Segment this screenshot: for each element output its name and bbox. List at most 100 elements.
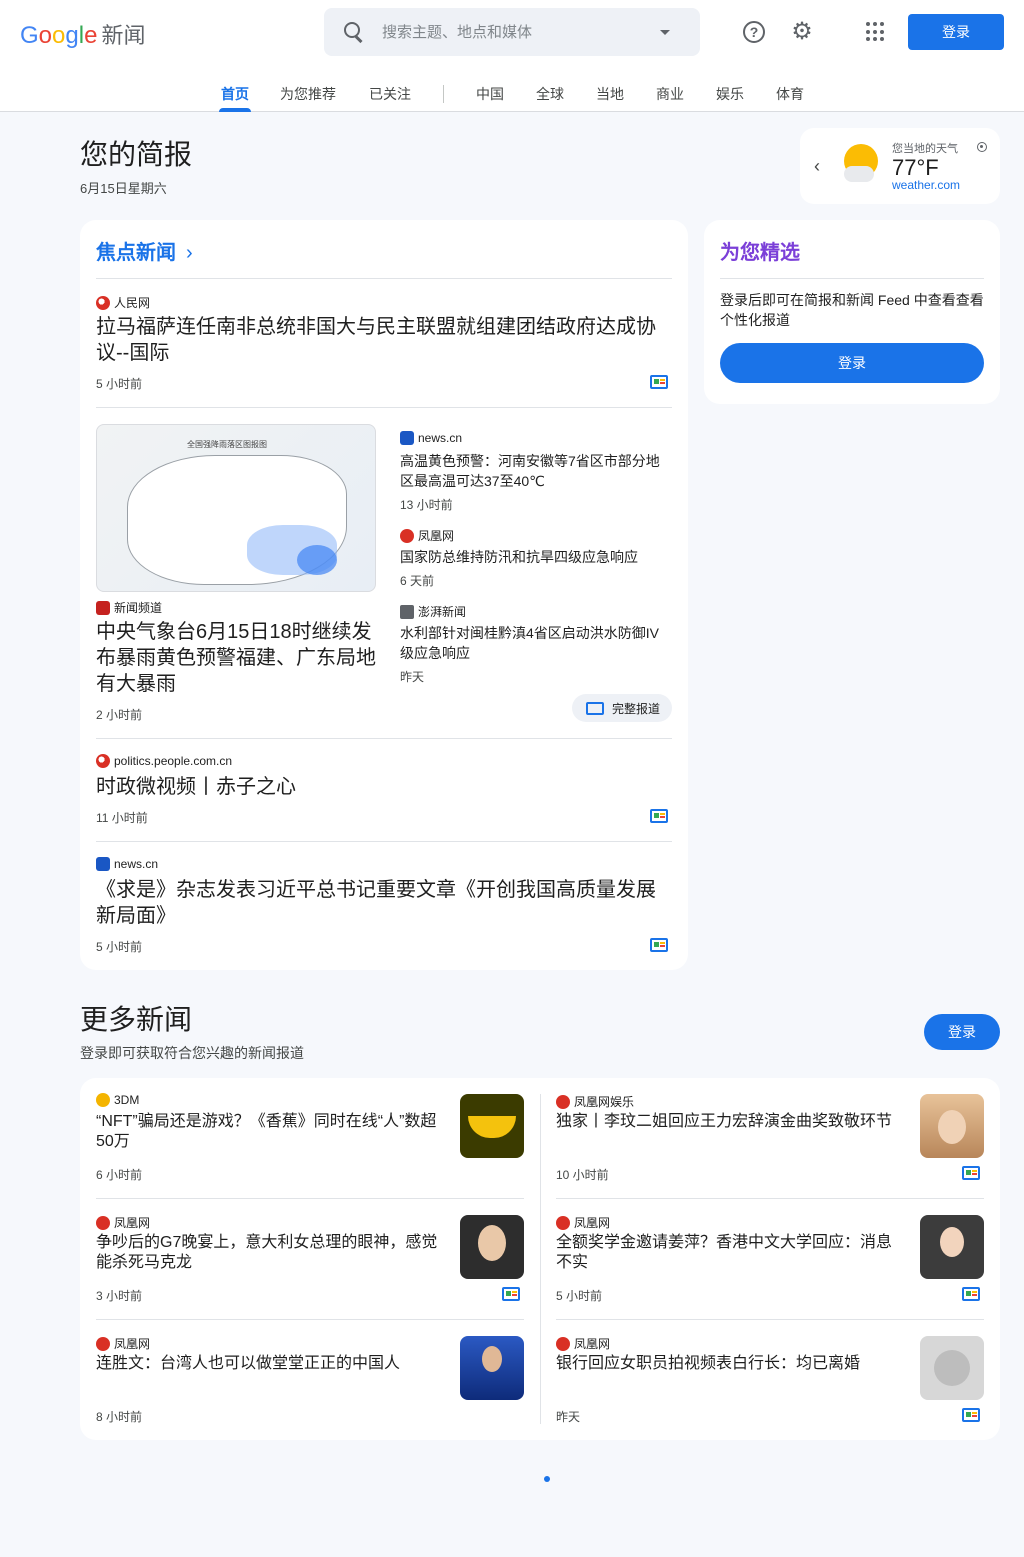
source-name: 凤凰网 xyxy=(114,1337,151,1351)
article-source: 3DM xyxy=(96,1093,139,1107)
search-icon[interactable] xyxy=(344,22,364,42)
tab-local[interactable]: 当地 xyxy=(596,84,624,112)
settings-gear-icon[interactable]: ⚙ xyxy=(790,20,814,44)
tab-china[interactable]: 中国 xyxy=(476,84,504,112)
weather-source-link[interactable]: weather.com xyxy=(892,178,960,192)
article-thumbnail[interactable] xyxy=(920,1215,984,1279)
article-time: 11 小时前 xyxy=(96,811,148,825)
divider xyxy=(556,1319,984,1320)
more-news-signin-button[interactable]: 登录 xyxy=(924,1014,1000,1050)
tab-world[interactable]: 全球 xyxy=(536,84,564,112)
article-time: 昨天 xyxy=(400,670,425,684)
full-coverage-icon[interactable] xyxy=(650,375,668,389)
full-coverage-label: 完整报道 xyxy=(612,701,661,716)
article-headline[interactable]: 全额奖学金邀请姜萍？香港中文大学回应：消息不实 xyxy=(556,1233,902,1273)
article-time: 昨天 xyxy=(556,1410,581,1424)
article-time: 6 天前 xyxy=(400,574,435,588)
apps-grid-icon[interactable] xyxy=(866,22,886,42)
nav-divider xyxy=(443,85,444,103)
full-coverage-icon[interactable] xyxy=(502,1287,520,1301)
article-headline[interactable]: 《求是》杂志发表习近平总书记重要文章《开创我国高质量发展新局面》 xyxy=(96,877,666,929)
source-favicon xyxy=(556,1215,570,1230)
article-time: 5 小时前 xyxy=(96,377,143,391)
source-favicon xyxy=(96,295,110,310)
logo-news-text: 新闻 xyxy=(101,23,146,48)
divider xyxy=(96,738,672,739)
source-name: 凤凰网 xyxy=(114,1216,151,1230)
article-source: 凤凰网娱乐 xyxy=(556,1093,634,1110)
article-headline[interactable]: 水利部针对闽桂黔滇4省区启动洪水防御IV级应急响应 xyxy=(400,623,666,663)
source-favicon xyxy=(400,431,414,445)
article-headline[interactable]: “NFT”骗局还是游戏？《香蕉》同时在线“人”数超50万 xyxy=(96,1112,442,1152)
full-coverage-icon[interactable] xyxy=(962,1166,980,1180)
picks-description: 登录后即可在简报和新闻 Feed 中查看查看个性化报道 xyxy=(720,292,984,328)
source-favicon xyxy=(96,1215,110,1230)
source-favicon xyxy=(400,528,414,543)
logo-letter: o xyxy=(52,22,66,49)
tab-entertainment[interactable]: 娱乐 xyxy=(716,84,744,112)
tab-home[interactable]: 首页 xyxy=(219,84,251,112)
logo-letter: g xyxy=(65,22,79,49)
article-time: 6 小时前 xyxy=(96,1168,143,1182)
article-headline[interactable]: 独家丨李玟二姐回应王力宏辞演金曲奖致敬环节 xyxy=(556,1112,902,1132)
more-news-subtitle: 登录即可获取符合您兴趣的新闻报道 xyxy=(80,1045,304,1061)
picks-title: 为您精选 xyxy=(720,242,800,264)
article-thumbnail[interactable] xyxy=(920,1336,984,1400)
rain-forecast-map-image[interactable]: 全国强降雨落区图报图 xyxy=(96,424,376,592)
full-coverage-icon[interactable] xyxy=(650,938,668,952)
top-stories-link[interactable]: 焦点新闻 › xyxy=(96,236,193,265)
article-thumbnail[interactable] xyxy=(460,1336,524,1400)
divider xyxy=(96,1319,524,1320)
article-source: 凤凰网 xyxy=(400,527,454,544)
dropdown-caret-icon[interactable] xyxy=(660,29,670,35)
article-time: 13 小时前 xyxy=(400,498,453,512)
signin-button[interactable]: 登录 xyxy=(908,14,1004,50)
divider xyxy=(96,407,672,408)
article-thumbnail[interactable] xyxy=(460,1094,524,1158)
picks-for-you-card: 为您精选 登录后即可在简报和新闻 Feed 中查看查看个性化报道 登录 xyxy=(704,220,1000,404)
article-headline[interactable]: 拉马福萨连任南非总统非国大与民主联盟就组建团结政府达成协议--国际 xyxy=(96,314,666,366)
full-coverage-icon[interactable] xyxy=(650,809,668,823)
source-name: 3DM xyxy=(114,1093,140,1107)
google-news-logo[interactable]: Google 新闻 xyxy=(20,18,145,50)
article-headline[interactable]: 连胜文：台湾人也可以做堂堂正正的中国人 xyxy=(96,1354,442,1374)
source-name: 凤凰网娱乐 xyxy=(574,1095,635,1109)
briefing-date: 6月15日星期六 xyxy=(80,181,167,196)
source-name: news.cn xyxy=(418,431,463,445)
loading-spinner xyxy=(544,1476,550,1482)
source-name: news.cn xyxy=(114,857,159,871)
section-nav: 首页 为您推荐 已关注 中国 全球 当地 商业 娱乐 体育 xyxy=(0,76,1024,112)
article-headline[interactable]: 高温黄色预警：河南安徽等7省区市部分地区最高温可达37至40℃ xyxy=(400,451,666,491)
tab-business[interactable]: 商业 xyxy=(656,84,684,112)
weather-widget[interactable]: ‹ 您当地的天气 77°F weather.com xyxy=(800,128,1000,204)
chevron-right-icon: › xyxy=(186,242,193,264)
logo-letter: e xyxy=(84,22,98,49)
article-headline[interactable]: 中央气象台6月15日18时继续发布暴雨黄色预警福建、广东局地有大暴雨 xyxy=(96,619,382,697)
tab-following[interactable]: 已关注 xyxy=(369,84,411,112)
map-caption: 全国强降雨落区图报图 xyxy=(187,440,267,449)
article-headline[interactable]: 争吵后的G7晚宴上，意大利女总理的眼神，感觉能杀死马克龙 xyxy=(96,1233,442,1273)
source-name: 凤凰网 xyxy=(418,529,455,543)
article-time: 2 小时前 xyxy=(96,708,143,722)
article-time: 8 小时前 xyxy=(96,1410,143,1424)
help-icon[interactable]: ? xyxy=(743,21,765,43)
picks-signin-button[interactable]: 登录 xyxy=(720,343,984,383)
article-thumbnail[interactable] xyxy=(460,1215,524,1279)
divider xyxy=(96,278,672,279)
full-coverage-icon[interactable] xyxy=(962,1408,980,1422)
article-headline[interactable]: 银行回应女职员拍视频表白行长：均已离婚 xyxy=(556,1354,902,1374)
search-input[interactable] xyxy=(382,23,652,41)
article-headline[interactable]: 时政微视频丨赤子之心 xyxy=(96,774,666,800)
tab-sports[interactable]: 体育 xyxy=(776,84,804,112)
full-coverage-button[interactable]: 完整报道 xyxy=(572,694,672,722)
location-icon[interactable] xyxy=(977,142,987,152)
search-box[interactable] xyxy=(324,8,700,56)
article-thumbnail[interactable] xyxy=(920,1094,984,1158)
divider xyxy=(96,841,672,842)
full-coverage-icon[interactable] xyxy=(962,1287,980,1301)
article-source: 凤凰网 xyxy=(96,1214,150,1231)
article-headline[interactable]: 国家防总维持防汛和抗旱四级应急响应 xyxy=(400,547,666,567)
chevron-left-icon[interactable]: ‹ xyxy=(814,156,820,177)
tab-for-you[interactable]: 为您推荐 xyxy=(280,84,336,112)
source-name: 凤凰网 xyxy=(574,1337,611,1351)
